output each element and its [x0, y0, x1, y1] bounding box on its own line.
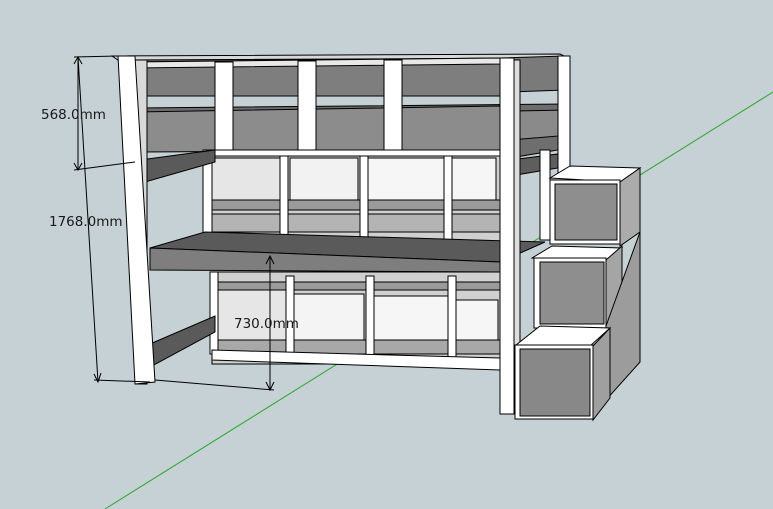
modeling-viewport[interactable]: 568.0mm 1768.0mm 730.0mm: [0, 0, 773, 509]
upper-shelf-board: [204, 199, 501, 211]
lower-cubby: [453, 299, 499, 345]
guardrail-slat: [297, 60, 317, 153]
dimension-extension: [154, 379, 275, 391]
back-right-post: [557, 55, 571, 175]
upper-cubby: [289, 157, 359, 201]
dimension-label-total: 1768.0mm: [49, 214, 123, 230]
stair-step-bottom-inner: [519, 348, 591, 417]
lower-cubby: [373, 295, 449, 343]
mid-right-post: [539, 149, 551, 241]
upper-cubby: [367, 157, 447, 201]
left-diagonal-brace-lower: [149, 315, 216, 367]
upper-shelf-board: [204, 213, 501, 233]
lower-cubby: [293, 293, 365, 341]
stair-step-top-side: [619, 167, 641, 247]
dimension-extension: [73, 55, 119, 58]
stair-step-mid-inner: [539, 261, 605, 325]
upper-cubby: [211, 157, 281, 201]
guardrail-lower-rail: [134, 105, 501, 153]
upper-cubby: [451, 157, 497, 201]
lower-shelf-divider: [447, 275, 457, 365]
lower-shelf-board: [211, 281, 503, 291]
lower-shelf-divider: [365, 275, 375, 363]
stair-step-bottom-side: [592, 326, 611, 422]
dimension-label-desk: 730.0mm: [234, 316, 299, 332]
upper-shelf-divider: [359, 155, 369, 241]
upper-shelf-divider: [279, 155, 289, 241]
guardrail-slat: [214, 61, 234, 153]
upper-shelf-unit-top: [202, 149, 501, 157]
lower-cubby: [215, 289, 287, 341]
dimension-label-guardrail: 568.0mm: [41, 107, 106, 123]
lower-shelf-side: [209, 271, 219, 355]
front-right-post: [499, 57, 515, 415]
front-left-post: [117, 55, 156, 385]
upper-shelf-divider: [443, 155, 453, 241]
guardrail-slat: [383, 59, 403, 153]
stair-step-top-inner: [554, 183, 618, 241]
3d-model-scene[interactable]: [0, 0, 773, 509]
